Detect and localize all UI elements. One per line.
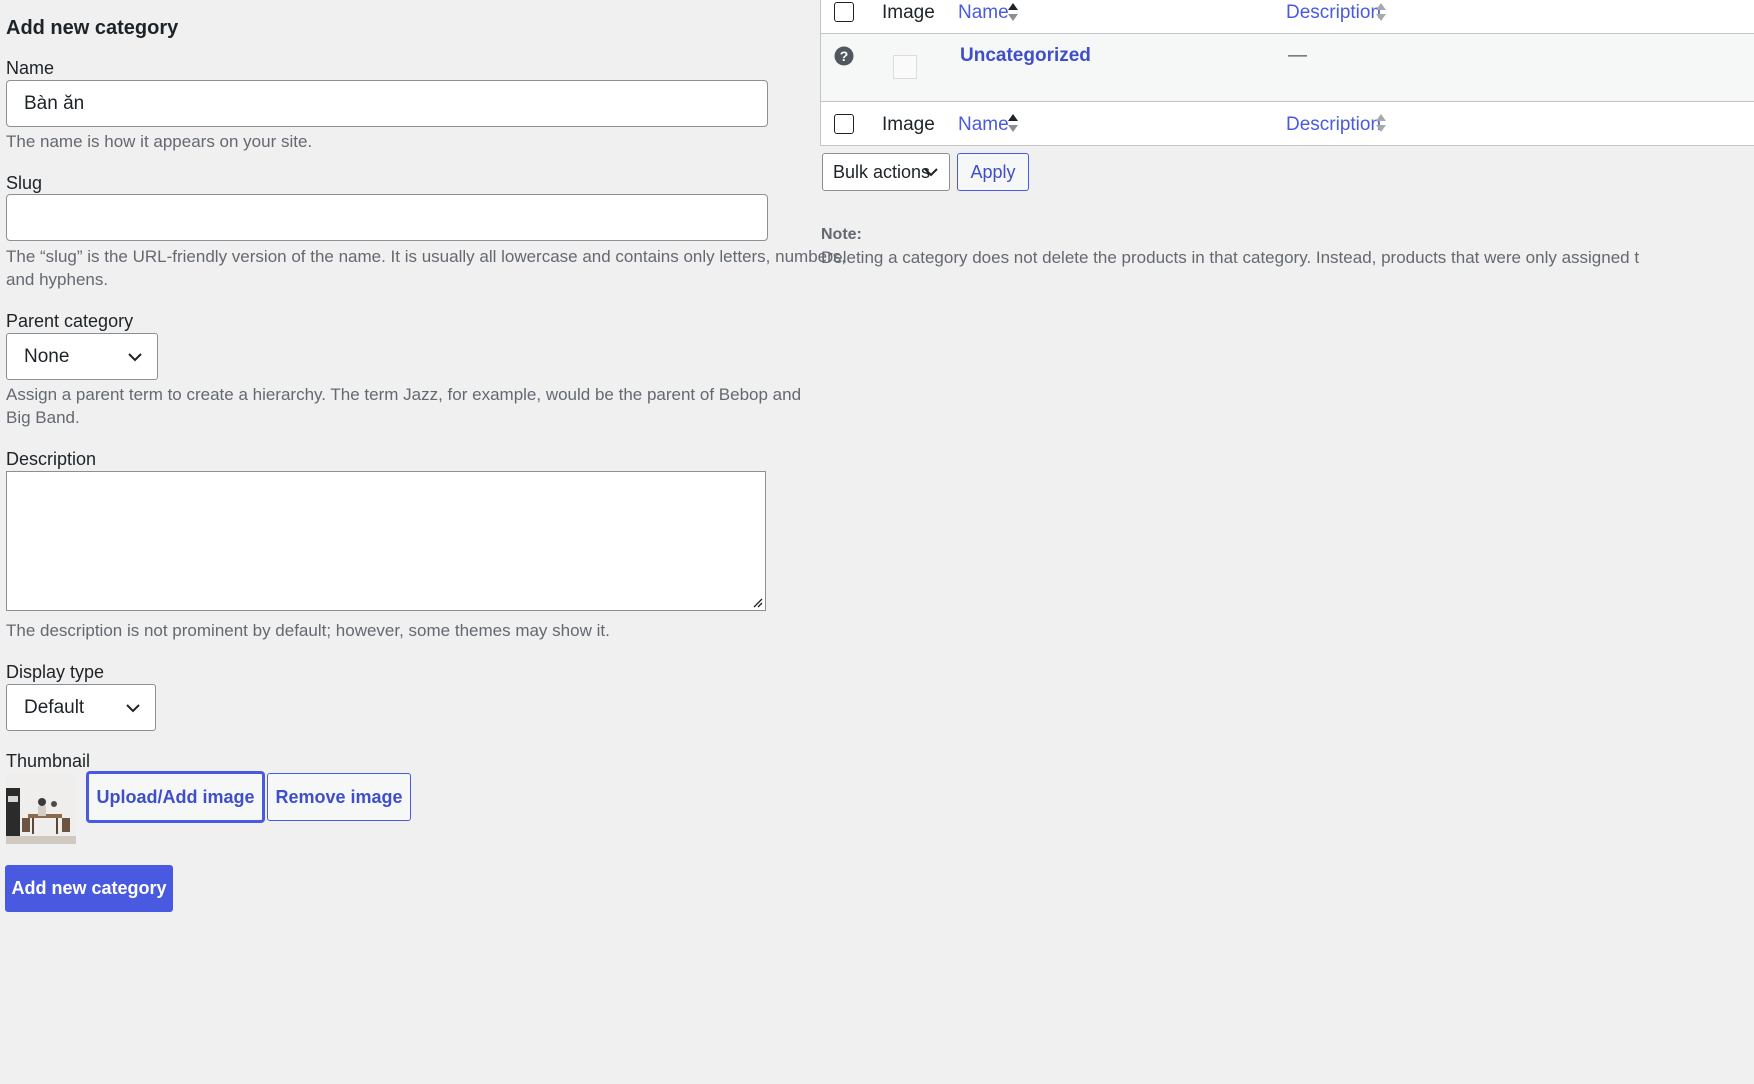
- name-help-text: The name is how it appears on your site.: [6, 132, 313, 151]
- remove-image-button-label: Remove image: [275, 786, 403, 807]
- resize-handle-icon[interactable]: [751, 596, 763, 608]
- svg-text:?: ?: [840, 48, 849, 64]
- note-text: Deleting a category does not delete the …: [821, 248, 1640, 267]
- slug-label: Slug: [6, 173, 43, 193]
- add-category-button-label: Add new category: [11, 878, 167, 898]
- description-textarea[interactable]: [6, 471, 766, 611]
- display-type-value: Default: [24, 696, 85, 718]
- bulk-actions-value: Bulk actions: [833, 161, 931, 182]
- parent-category-select[interactable]: None: [6, 333, 158, 380]
- thumbnail-label: Thumbnail: [6, 751, 91, 771]
- description-label: Description: [6, 449, 97, 469]
- add-category-button[interactable]: Add new category: [5, 865, 173, 912]
- column-image: Image: [882, 2, 935, 23]
- dining-room-photo: [6, 774, 76, 844]
- name-input[interactable]: Bàn ăn: [6, 80, 768, 127]
- sort-arrows-icon[interactable]: [1374, 113, 1388, 133]
- thumbnail-image: [6, 774, 76, 844]
- name-input-value: Bàn ăn: [24, 92, 85, 114]
- chevron-down-icon: [128, 352, 142, 361]
- chevron-down-icon: [924, 168, 938, 177]
- sort-arrows-icon[interactable]: [1006, 113, 1020, 133]
- help-icon[interactable]: ?: [834, 46, 854, 66]
- description-help-text: The description is not prominent by defa…: [6, 621, 610, 640]
- parent-category-value: None: [24, 345, 70, 367]
- placeholder-image-icon: [893, 55, 917, 79]
- name-label: Name: [6, 58, 55, 78]
- column-name-sort-footer[interactable]: Name: [958, 114, 1009, 136]
- column-description-sort-footer[interactable]: Description: [1286, 114, 1381, 136]
- row-description: —: [1288, 45, 1307, 66]
- slug-input[interactable]: [6, 194, 768, 241]
- apply-button[interactable]: Apply: [957, 153, 1029, 191]
- table-footer-divider: [821, 101, 1754, 102]
- select-all-checkbox[interactable]: [834, 2, 854, 22]
- display-type-label: Display type: [6, 662, 105, 682]
- parent-category-label: Parent category: [6, 311, 134, 331]
- sort-arrows-icon[interactable]: [1374, 2, 1388, 22]
- select-all-checkbox-footer[interactable]: [834, 114, 854, 134]
- chevron-down-icon: [126, 703, 140, 712]
- bulk-actions-select[interactable]: Bulk actions: [822, 153, 950, 191]
- column-name-sort[interactable]: Name: [958, 2, 1009, 24]
- column-description-sort[interactable]: Description: [1286, 2, 1381, 24]
- apply-button-label: Apply: [970, 161, 1016, 182]
- slug-help-line-2: and hyphens.: [6, 270, 109, 289]
- slug-help-line-1: The “slug” is the URL-friendly version o…: [6, 247, 846, 266]
- form-heading: Add new category: [6, 17, 179, 39]
- upload-image-button[interactable]: Upload/Add image: [86, 771, 265, 823]
- column-image-footer: Image: [882, 114, 935, 135]
- parent-help-line-1: Assign a parent term to create a hierarc…: [6, 385, 802, 404]
- display-type-select[interactable]: Default: [6, 684, 156, 731]
- note-title: Note:: [821, 226, 862, 243]
- sort-arrows-icon[interactable]: [1006, 2, 1020, 22]
- upload-image-button-label: Upload/Add image: [96, 786, 255, 807]
- row-name-link[interactable]: Uncategorized: [960, 45, 1091, 67]
- remove-image-button[interactable]: Remove image: [267, 773, 411, 821]
- parent-help-line-2: Big Band.: [6, 408, 80, 427]
